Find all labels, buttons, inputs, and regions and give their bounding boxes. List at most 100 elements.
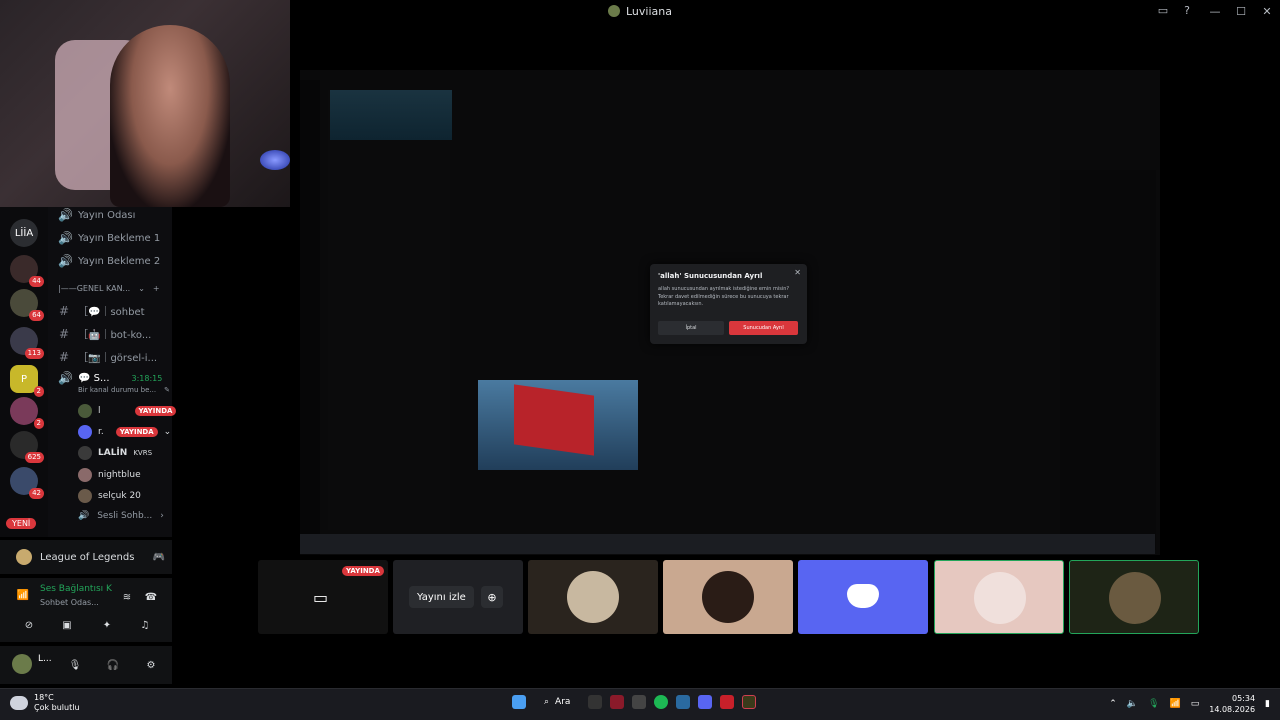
shared-member-list [1060, 170, 1156, 550]
add-screen-icon[interactable]: ⊕ [481, 586, 503, 608]
voice-user[interactable]: l YAYINDA [78, 404, 177, 418]
new-badge[interactable]: YENİ [6, 518, 37, 529]
weather-condition: Çok bulutlu [34, 703, 80, 712]
window-title-text: Luviiana [626, 4, 672, 18]
close-icon[interactable]: ✕ [794, 268, 801, 277]
help-icon[interactable]: ? [1180, 3, 1194, 17]
window-title: Luviiana [608, 5, 672, 18]
server-icon[interactable]: 113 [10, 327, 44, 359]
unread-badge: 64 [29, 310, 44, 321]
channel-voice-active[interactable]: 🔊 💬 S... 3:18:15 [58, 371, 162, 385]
camera-off-icon[interactable]: ⊘ [22, 618, 36, 632]
app-icon[interactable] [720, 695, 735, 709]
avatar [702, 571, 754, 623]
screen-share-icon[interactable]: ▣ [60, 618, 74, 632]
microphone-icon[interactable]: 🎙 [68, 658, 82, 672]
headphones-icon[interactable]: 🎧 [106, 658, 120, 672]
more-voice-channels[interactable]: 🔊 Sesli Sohb... › [78, 511, 164, 521]
server-icon[interactable]: 64 [10, 289, 44, 321]
leave-server-dialog: 'allah' Sunucusundan Ayrıl ✕ allah sunuc… [650, 264, 807, 344]
speaker-icon: 🔊 [58, 254, 73, 268]
server-rail: LİİA 44 64 113 P2 2 625 42 YENİ [0, 207, 48, 537]
voice-user[interactable]: selçuk 20 [78, 489, 141, 503]
participant-tile[interactable] [798, 560, 928, 634]
server-icon[interactable]: 44 [10, 255, 44, 287]
user-name[interactable]: L... [38, 654, 52, 664]
voice-user[interactable]: LALİN KVRS [78, 446, 152, 460]
channel-voice-bekleme-2[interactable]: 🔊 Yayın Bekleme 2 [58, 254, 160, 268]
channel-text-bot-komut[interactable]: # ［🤖｜bot-ko... [58, 326, 151, 342]
channel-text-gorsel[interactable]: # ［📷｜görsel-i... [58, 349, 158, 365]
microphone-icon[interactable]: 🎙 [1148, 699, 1159, 709]
voice-status[interactable]: Ses Bağlantısı K [40, 584, 112, 594]
spotify-icon[interactable] [654, 695, 669, 709]
avatar[interactable] [12, 654, 32, 674]
participant-tile-speaking[interactable] [1069, 560, 1199, 634]
app-icon[interactable] [610, 695, 625, 709]
watch-stream-button[interactable]: Yayını izle [409, 586, 474, 608]
channel-label: Sesli Sohb... [97, 511, 153, 521]
taskbar-search[interactable]: ⌕ Ara [534, 697, 580, 707]
weather-widget[interactable]: 18°C Çok bulutlu [10, 693, 80, 713]
wifi-icon[interactable]: 📶 [1170, 699, 1181, 709]
chevron-up-icon[interactable]: ⌃ [1109, 699, 1117, 709]
close-button[interactable]: ✕ [1254, 0, 1280, 22]
activities-icon[interactable]: ✦ [100, 618, 114, 632]
leave-server-button[interactable]: Sunucudan Ayrıl [729, 321, 798, 335]
voice-user-name: l [98, 406, 101, 416]
discord-icon[interactable] [698, 695, 713, 709]
app-icon[interactable] [676, 695, 691, 709]
webcam-person [110, 25, 230, 207]
voice-user-name: nightblue [98, 470, 141, 480]
notification-icon[interactable]: ▮ [1265, 699, 1270, 709]
voice-user[interactable]: nightblue [78, 468, 141, 482]
voice-channel-status[interactable]: Bir kanal durumu be... ✎ [78, 386, 170, 394]
task-view-icon[interactable] [588, 695, 603, 709]
channel-label: ［📷｜görsel-i... [78, 353, 158, 364]
avatar [567, 571, 619, 623]
stream-tile[interactable]: ▭ YAYINDA [258, 560, 388, 634]
unread-badge: 113 [24, 348, 44, 359]
clock[interactable]: 05:34 14.08.2026 [1209, 693, 1255, 715]
maximize-button[interactable]: ☐ [1228, 0, 1254, 22]
soundboard-icon[interactable]: ♫ [138, 618, 152, 632]
server-icon[interactable]: 42 [10, 467, 44, 499]
os-taskbar: 18°C Çok bulutlu ⌕ Ara ⌃ 🔈 🎙 📶 ▭ 05:34 14.0… [0, 688, 1280, 720]
participant-tile[interactable] [528, 560, 658, 634]
app-icon[interactable] [632, 695, 647, 709]
channel-voice-yayin-odasi[interactable]: 🔊 Yayın Odası [58, 208, 135, 222]
shared-channel-list [328, 90, 450, 530]
watch-stream-tile[interactable]: Yayını izle ⊕ [393, 560, 523, 634]
date: 14.08.2026 [1209, 705, 1256, 714]
activity-panel[interactable]: League of Legends 🎮 [0, 540, 172, 574]
channel-voice-bekleme-1[interactable]: 🔊 Yayın Bekleme 1 [58, 231, 160, 245]
participant-tile-speaking[interactable] [934, 560, 1064, 634]
gear-icon[interactable]: ⚙ [144, 658, 158, 672]
live-badge: YAYINDA [115, 427, 158, 437]
server-icon-liia[interactable]: LİİA [10, 219, 38, 247]
minimize-button[interactable]: — [1202, 0, 1228, 22]
disconnect-icon[interactable]: ☎ [144, 590, 158, 604]
weather-temp: 18°C [34, 693, 54, 702]
app-icon[interactable] [742, 695, 757, 709]
cancel-button[interactable]: İptal [658, 321, 724, 335]
shared-server-banner [330, 90, 452, 140]
server-icon[interactable]: 2 [10, 397, 44, 429]
battery-icon[interactable]: ▭ [1191, 699, 1200, 709]
voice-user[interactable]: r. YAYINDA ⌄ [78, 425, 171, 439]
add-channel-icon[interactable]: + [153, 284, 160, 293]
participant-tile[interactable] [663, 560, 793, 634]
chevron-down-icon[interactable]: ⌄ [164, 427, 172, 437]
server-icon-p[interactable]: P2 [10, 365, 44, 397]
user-panel: L... 🎙 🎧 ⚙ [0, 646, 172, 684]
channel-label: Yayın Odası [78, 209, 136, 221]
category-genel[interactable]: |——GENEL KAN... ⌄ + [58, 284, 160, 293]
start-icon[interactable] [512, 695, 526, 709]
voice-channel-name[interactable]: Sohbet Odas... [40, 598, 99, 607]
volume-icon[interactable]: 🔈 [1127, 699, 1138, 709]
noise-suppression-icon[interactable]: ≋ [120, 590, 134, 604]
voice-user-name: LALİN [98, 448, 128, 458]
channel-text-sohbet[interactable]: # ［💬｜sohbet [58, 303, 145, 319]
server-icon[interactable]: 625 [10, 431, 44, 463]
inbox-icon[interactable]: ▭ [1156, 3, 1170, 17]
